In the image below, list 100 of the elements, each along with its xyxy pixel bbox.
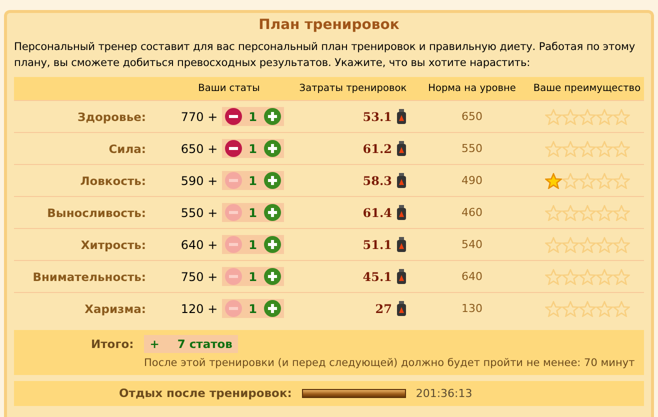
star-icon: [544, 204, 562, 220]
star-icon: [544, 140, 562, 156]
minus-button[interactable]: [224, 140, 242, 157]
rest-time: 201:36:13: [416, 386, 472, 400]
stat-name: Внимательность:: [32, 270, 147, 284]
level-norm: 460: [460, 206, 484, 219]
plus-button[interactable]: [264, 204, 281, 221]
plus-icon: [268, 208, 277, 217]
minus-icon: [228, 243, 238, 246]
training-cost: 51.1: [362, 238, 392, 252]
plus-icon: [268, 144, 277, 153]
minus-icon: [228, 275, 238, 278]
star-icon: [578, 300, 596, 316]
stat-name: Хитрость:: [80, 238, 147, 252]
plus-button[interactable]: [264, 108, 281, 125]
bottle-icon: [397, 237, 406, 252]
rest-note: После этой тренировки (и перед следующей) должно будет пройти не менее: 70 минут: [143, 357, 636, 369]
star-icon: [544, 236, 562, 252]
stat-value: 770 +: [180, 110, 218, 124]
star-icon: [578, 204, 596, 220]
star-icon: [544, 300, 562, 316]
minus-icon: [228, 179, 238, 182]
training-cost: 61.4: [362, 206, 392, 220]
stat-name: Здоровье:: [76, 110, 147, 124]
star-icon: [596, 268, 612, 284]
training-cost: 45.1: [362, 270, 392, 284]
level-norm: 540: [460, 238, 484, 251]
star-icon: [596, 140, 612, 156]
star-icon: [596, 204, 612, 220]
amount-value: 1: [248, 238, 257, 252]
minus-button[interactable]: [224, 108, 242, 125]
bottle-icon: [397, 205, 406, 220]
star-icon: [578, 140, 596, 156]
stat-value: 650 +: [180, 142, 218, 156]
bottle-icon: [397, 141, 406, 156]
star-icon: [544, 172, 562, 188]
star-icon: [612, 268, 630, 284]
level-norm: 640: [460, 270, 484, 283]
star-icon: [596, 172, 612, 188]
bottle-icon: [397, 269, 406, 284]
amount-value: 1: [248, 110, 257, 124]
stat-name: Харизма:: [84, 302, 147, 316]
plus-icon: [268, 304, 277, 313]
amount-value: 1: [248, 174, 257, 188]
star-icon: [596, 236, 612, 252]
column-header: Норма на уровне: [427, 83, 517, 94]
column-header: Ваши статы: [197, 83, 261, 94]
star-icon: [562, 236, 578, 252]
bottle-icon: [397, 109, 406, 124]
total-value: 7 статов: [177, 337, 232, 351]
plus-icon: [268, 112, 277, 121]
amount-value: 1: [248, 302, 257, 316]
column-header: Ваше преимущество: [532, 83, 642, 94]
training-cost: 53.1: [362, 110, 392, 124]
amount-value: 1: [248, 270, 257, 284]
stat-value: 550 +: [180, 206, 218, 220]
star-icon: [612, 204, 630, 220]
star-icon: [562, 300, 578, 316]
training-cost: 58.3: [362, 174, 392, 188]
star-icon: [612, 140, 630, 156]
stat-value: 750 +: [180, 270, 218, 284]
star-icon: [578, 236, 596, 252]
plus-icon: [268, 240, 277, 249]
bottle-icon: [397, 301, 406, 316]
star-icon: [562, 108, 578, 124]
intro-text: Персональный тренер составит для вас персональный план тренировок и правильную диету. Работая по этому плану, вы сможете добиться превосходных результатов. Укажите, что вы хотите нарастить:: [14, 40, 636, 71]
plus-button[interactable]: [264, 300, 281, 317]
star-icon: [544, 268, 562, 284]
stat-value: 640 +: [180, 238, 218, 252]
level-norm: 490: [460, 174, 484, 187]
level-norm: 130: [460, 302, 484, 315]
amount-value: 1: [248, 206, 257, 220]
star-icon: [562, 204, 578, 220]
training-cost: 27: [375, 302, 392, 316]
star-icon: [596, 108, 612, 124]
star-icon: [578, 268, 596, 284]
minus-icon: [228, 115, 238, 118]
stat-name: Ловкость:: [79, 174, 147, 188]
minus-icon: [228, 147, 238, 150]
star-icon: [596, 300, 612, 316]
minus-icon: [228, 211, 238, 214]
level-norm: 550: [460, 142, 484, 155]
star-icon: [544, 108, 562, 124]
level-norm: 650: [460, 110, 484, 123]
plus-button[interactable]: [264, 140, 281, 157]
plus-button[interactable]: [264, 172, 281, 189]
column-header: Затраты тренировок: [298, 83, 408, 94]
stat-name: Сила:: [108, 142, 147, 156]
plus-icon: [268, 272, 277, 281]
star-icon: [612, 300, 630, 316]
rest-label: Отдых после тренировок:: [119, 386, 292, 400]
star-icon: [612, 108, 630, 124]
star-icon: [578, 172, 596, 188]
amount-value: 1: [248, 142, 257, 156]
star-icon: [562, 140, 578, 156]
plus-button[interactable]: [264, 236, 281, 253]
star-icon: [562, 172, 578, 188]
plus-button[interactable]: [264, 268, 281, 285]
bottle-icon: [397, 173, 406, 188]
star-icon: [612, 236, 630, 252]
